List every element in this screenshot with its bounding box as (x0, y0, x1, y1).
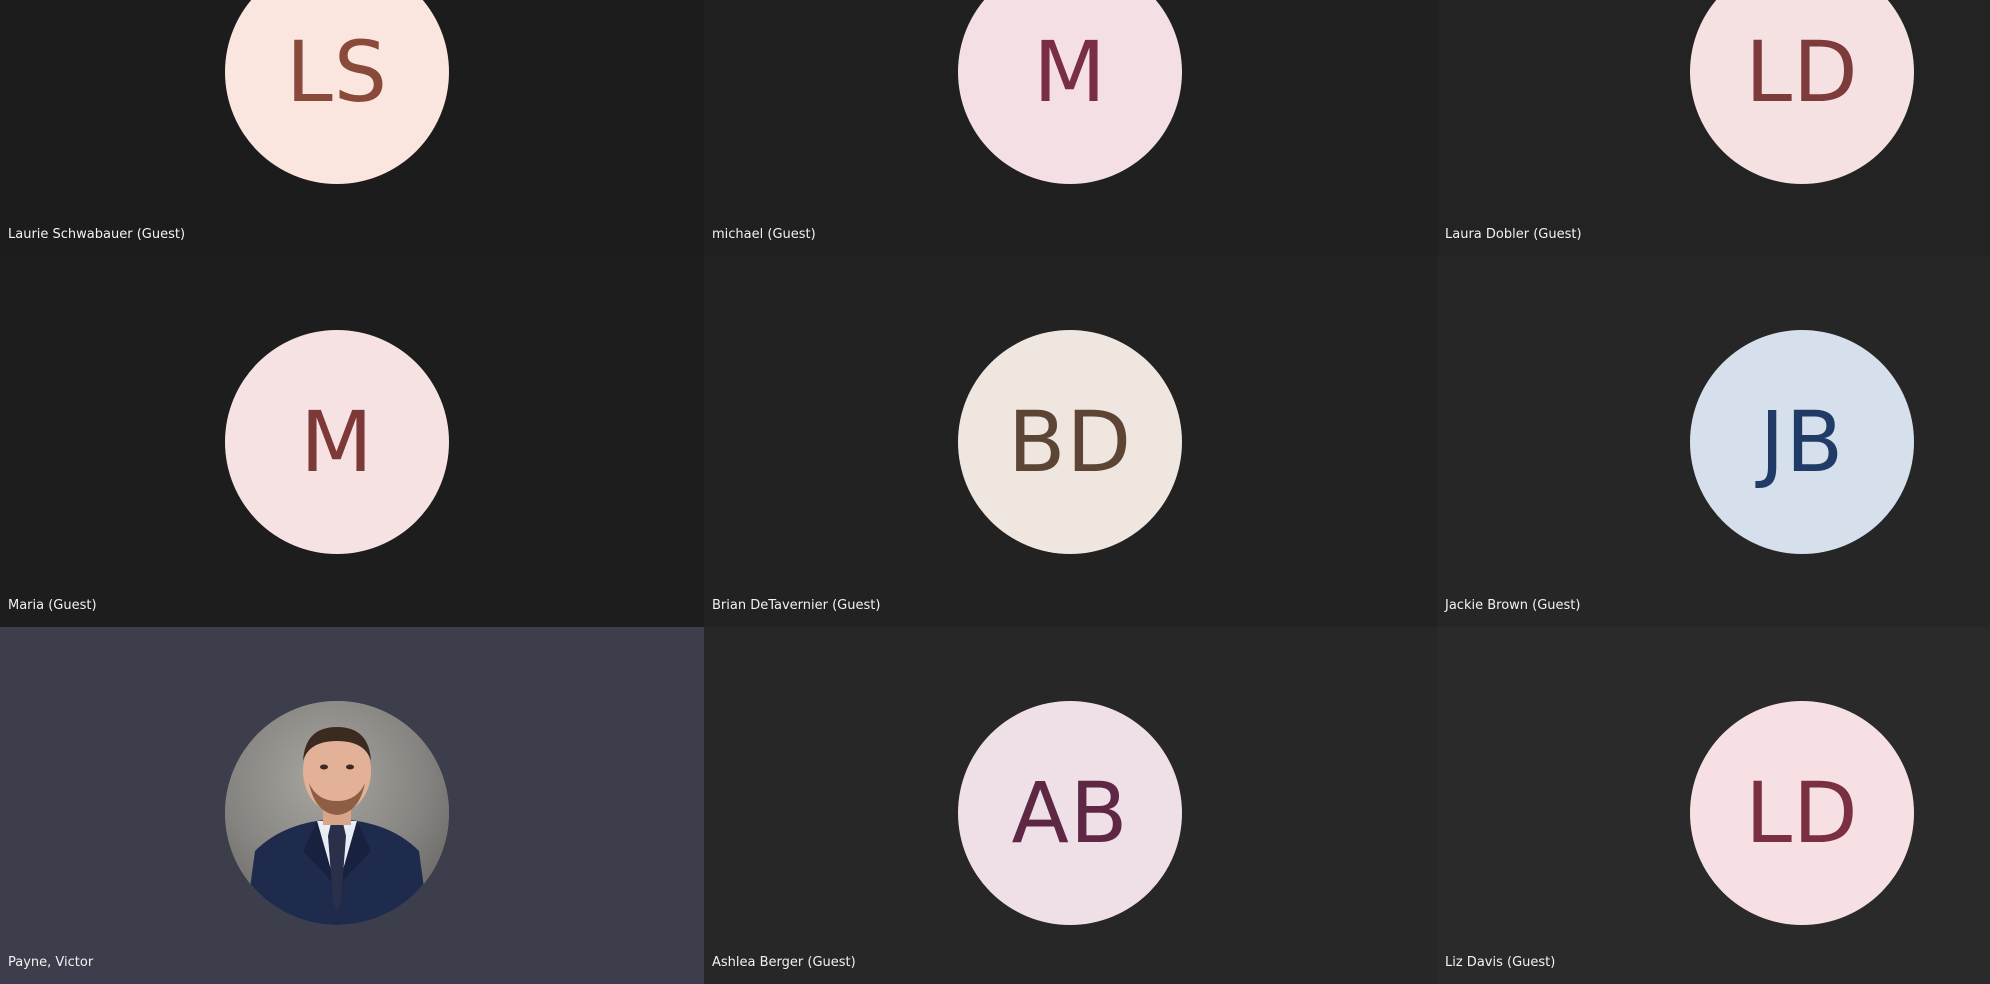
participant-avatar: LD (1690, 0, 1914, 184)
participant-name: Laurie Schwabauer (Guest) (8, 227, 186, 242)
participant-tile[interactable]: BD Brian DeTavernier (Guest) (704, 256, 1437, 627)
participant-tile-active[interactable]: Payne, Victor (0, 627, 704, 984)
participant-avatar: LS (225, 0, 449, 184)
participant-tile[interactable]: JB Jackie Brown (Guest) (1437, 256, 1990, 627)
participant-name: Maria (Guest) (8, 598, 97, 613)
participant-tile[interactable]: M Maria (Guest) (0, 256, 704, 627)
participant-tile[interactable]: M michael (Guest) (704, 0, 1437, 256)
participant-name: Jackie Brown (Guest) (1445, 598, 1581, 613)
participant-avatar: AB (958, 701, 1182, 925)
participant-tile[interactable]: LS Laurie Schwabauer (Guest) (0, 0, 704, 256)
participant-avatar: M (225, 330, 449, 554)
video-gallery-grid: LS Laurie Schwabauer (Guest) M michael (… (0, 0, 1990, 984)
person-photo-icon (225, 701, 449, 925)
participant-name: michael (Guest) (712, 227, 816, 242)
participant-photo (225, 701, 449, 925)
participant-name: Ashlea Berger (Guest) (712, 955, 856, 970)
participant-name: Laura Dobler (Guest) (1445, 227, 1582, 242)
participant-tile[interactable]: AB Ashlea Berger (Guest) (704, 627, 1437, 984)
participant-tile[interactable]: LD Liz Davis (Guest) (1437, 627, 1990, 984)
participant-avatar: BD (958, 330, 1182, 554)
participant-name: Liz Davis (Guest) (1445, 955, 1556, 970)
participant-avatar: LD (1690, 701, 1914, 925)
participant-avatar: JB (1690, 330, 1914, 554)
participant-name: Brian DeTavernier (Guest) (712, 598, 881, 613)
participant-name: Payne, Victor (8, 955, 94, 970)
participant-avatar: M (958, 0, 1182, 184)
participant-tile[interactable]: LD Laura Dobler (Guest) (1437, 0, 1990, 256)
